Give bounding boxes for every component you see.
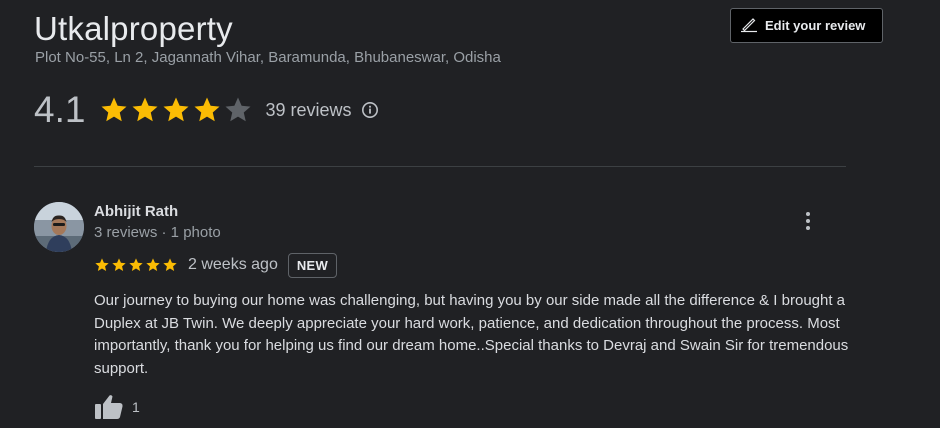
average-rating: 4.1 <box>34 89 86 130</box>
star-filled-icon <box>194 97 220 122</box>
business-name: Utkalproperty <box>34 10 233 47</box>
info-icon[interactable] <box>361 101 379 119</box>
avatar[interactable] <box>34 202 84 252</box>
star-empty-icon <box>225 97 251 122</box>
like-row: 1 <box>94 393 140 421</box>
rating-summary: 4.1 39 reviews <box>34 88 379 132</box>
edit-review-label: Edit your review <box>765 18 866 33</box>
star-filled-icon <box>163 258 177 271</box>
reviewer-name[interactable]: Abhijit Rath <box>94 203 178 220</box>
star-filled-icon <box>146 258 160 271</box>
star-filled-icon <box>95 258 109 271</box>
star-filled-icon <box>132 97 158 122</box>
like-count: 1 <box>132 399 140 415</box>
review-rating-row: 2 weeks ago NEW <box>94 252 338 278</box>
star-filled-icon <box>101 97 127 122</box>
pencil-icon <box>739 13 759 38</box>
divider <box>34 166 846 167</box>
reviewer-meta: 3 reviews · 1 photo <box>94 224 221 241</box>
more-options-icon[interactable] <box>796 209 820 233</box>
business-address: Plot No-55, Ln 2, Jagannath Vihar, Baram… <box>35 49 501 66</box>
thumbs-up-icon[interactable] <box>94 393 124 421</box>
reviews-panel: Utkalproperty Plot No-55, Ln 2, Jagannat… <box>0 0 940 428</box>
review-date: 2 weeks ago <box>188 256 278 273</box>
review-count[interactable]: 39 reviews <box>265 100 351 121</box>
star-filled-icon <box>112 258 126 271</box>
star-filled-icon <box>163 97 189 122</box>
star-filled-icon <box>129 258 143 271</box>
review-text: Our journey to buying our home was chall… <box>94 292 849 377</box>
rating-stars <box>99 95 253 125</box>
edit-review-button[interactable]: Edit your review <box>730 8 883 43</box>
review-stars <box>94 257 178 273</box>
new-badge: NEW <box>287 252 338 278</box>
